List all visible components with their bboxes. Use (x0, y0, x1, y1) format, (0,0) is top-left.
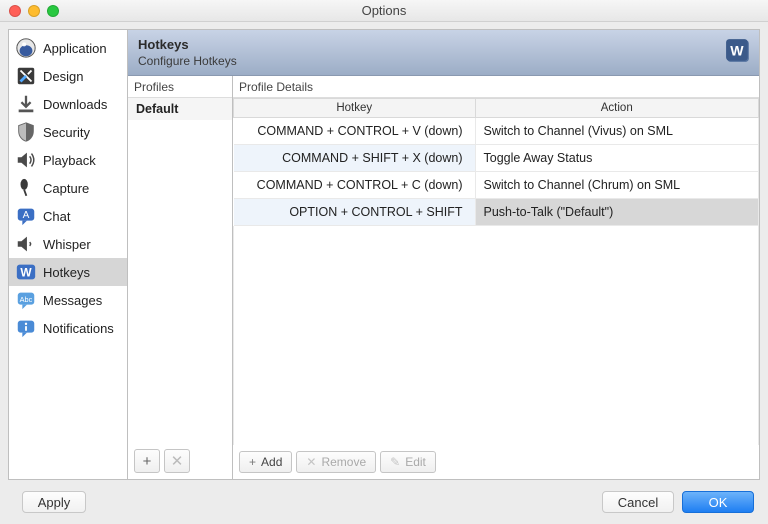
design-icon (15, 65, 37, 87)
ok-button[interactable]: OK (682, 491, 754, 513)
hotkey-cell: OPTION + CONTROL + SHIFT (234, 199, 476, 226)
svg-text:W: W (730, 42, 744, 58)
hotkeys-icon: W (15, 261, 37, 283)
table-row[interactable]: OPTION + CONTROL + SHIFT Push-to-Talk ("… (234, 199, 759, 226)
panel-title: Hotkeys (138, 37, 749, 52)
cancel-button[interactable]: Cancel (602, 491, 674, 513)
add-profile-button[interactable]: + (134, 449, 160, 473)
hotkeys-table[interactable]: Hotkey Action COMMAND + CONTROL + V (dow… (233, 98, 759, 226)
profiles-list[interactable]: Default (128, 97, 232, 443)
dialog-footer: Apply Cancel OK (0, 480, 768, 524)
window-title: Options (0, 3, 768, 18)
sidebar-item-hotkeys[interactable]: W Hotkeys (9, 258, 127, 286)
sidebar-item-design[interactable]: Design (9, 62, 127, 90)
panels: Profiles Default + ✕ Profile Details (128, 76, 759, 479)
sidebar-item-label: Chat (43, 209, 70, 224)
options-window: Options Application Design Downloads Sec… (0, 0, 768, 524)
minimize-window-button[interactable] (28, 5, 40, 17)
action-cell: Switch to Channel (Chrum) on SML (475, 172, 759, 199)
action-cell: Push-to-Talk ("Default") (475, 199, 759, 226)
main-panel: Hotkeys Configure Hotkeys W Profiles Def… (128, 29, 760, 480)
sidebar-item-label: Messages (43, 293, 102, 308)
remove-profile-button[interactable]: ✕ (164, 449, 190, 473)
profile-name: Default (136, 102, 178, 116)
profiles-panel: Profiles Default + ✕ (128, 76, 233, 479)
window-controls (9, 5, 59, 17)
profile-row[interactable]: Default (128, 98, 232, 120)
details-panel: Profile Details Hotkey Action (233, 76, 759, 479)
remove-icon: ✕ (306, 456, 316, 468)
sidebar-item-label: Application (43, 41, 107, 56)
sidebar-item-label: Hotkeys (43, 265, 90, 280)
add-hotkey-button[interactable]: + Add (239, 451, 292, 473)
sidebar-item-label: Security (43, 125, 90, 140)
sidebar-item-downloads[interactable]: Downloads (9, 90, 127, 118)
whisper-icon (15, 233, 37, 255)
panel-header: Hotkeys Configure Hotkeys W (128, 30, 759, 76)
sidebar-item-label: Whisper (43, 237, 91, 252)
remove-icon: ✕ (171, 452, 184, 470)
hotkey-cell: COMMAND + SHIFT + X (down) (234, 145, 476, 172)
sidebar-item-label: Notifications (43, 321, 114, 336)
table-row[interactable]: COMMAND + CONTROL + C (down) Switch to C… (234, 172, 759, 199)
hotkey-cell: COMMAND + CONTROL + V (down) (234, 118, 476, 145)
column-hotkey[interactable]: Hotkey (234, 99, 476, 118)
sidebar-item-label: Design (43, 69, 83, 84)
svg-text:A: A (23, 210, 30, 221)
speaker-icon (15, 149, 37, 171)
close-window-button[interactable] (9, 5, 21, 17)
button-label: Remove (321, 455, 366, 469)
sidebar-item-whisper[interactable]: Whisper (9, 230, 127, 258)
sidebar-item-messages[interactable]: Abc Messages (9, 286, 127, 314)
sidebar-item-label: Downloads (43, 97, 107, 112)
table-row[interactable]: COMMAND + CONTROL + V (down) Switch to C… (234, 118, 759, 145)
sidebar-item-notifications[interactable]: Notifications (9, 314, 127, 342)
sidebar-item-label: Capture (43, 181, 89, 196)
details-toolbar: + Add ✕ Remove ✎ Edit (233, 445, 759, 479)
application-icon (15, 37, 37, 59)
button-label: Add (261, 455, 282, 469)
content-area: Application Design Downloads Security Pl… (0, 22, 768, 480)
table-empty-area (233, 226, 759, 445)
shield-icon (15, 121, 37, 143)
plus-icon: + (143, 453, 152, 470)
category-sidebar: Application Design Downloads Security Pl… (8, 29, 128, 480)
table-row[interactable]: COMMAND + SHIFT + X (down) Toggle Away S… (234, 145, 759, 172)
messages-icon: Abc (15, 289, 37, 311)
info-icon (15, 317, 37, 339)
remove-hotkey-button[interactable]: ✕ Remove (296, 451, 376, 473)
sidebar-item-capture[interactable]: Capture (9, 174, 127, 202)
download-icon (15, 93, 37, 115)
action-cell: Toggle Away Status (475, 145, 759, 172)
edit-hotkey-button[interactable]: ✎ Edit (380, 451, 436, 473)
profiles-title: Profiles (128, 76, 232, 97)
button-label: Edit (405, 455, 426, 469)
svg-text:W: W (20, 266, 32, 280)
svg-text:Abc: Abc (20, 295, 33, 304)
microphone-icon (15, 177, 37, 199)
column-action[interactable]: Action (475, 99, 759, 118)
sidebar-item-chat[interactable]: A Chat (9, 202, 127, 230)
apply-button[interactable]: Apply (22, 491, 86, 513)
sidebar-item-security[interactable]: Security (9, 118, 127, 146)
hotkey-cell: COMMAND + CONTROL + C (down) (234, 172, 476, 199)
hotkeys-table-wrap: Hotkey Action COMMAND + CONTROL + V (dow… (233, 97, 759, 445)
zoom-window-button[interactable] (47, 5, 59, 17)
sidebar-item-playback[interactable]: Playback (9, 146, 127, 174)
pencil-icon: ✎ (390, 456, 400, 468)
sidebar-item-label: Playback (43, 153, 96, 168)
action-cell: Switch to Channel (Vivus) on SML (475, 118, 759, 145)
details-title: Profile Details (233, 76, 759, 97)
profiles-toolbar: + ✕ (128, 443, 232, 479)
plus-icon: + (249, 456, 256, 468)
titlebar: Options (0, 0, 768, 22)
hotkeys-icon: W (725, 38, 751, 69)
panel-subtitle: Configure Hotkeys (138, 54, 749, 68)
chat-icon: A (15, 205, 37, 227)
sidebar-item-application[interactable]: Application (9, 34, 127, 62)
